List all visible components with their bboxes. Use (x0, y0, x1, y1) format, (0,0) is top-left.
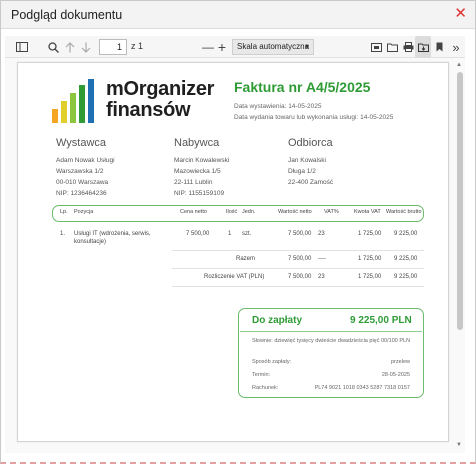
close-icon[interactable]: ✕ (454, 5, 467, 23)
pdf-page: mOrganizer finansów Faktura nr A4/5/2025… (17, 62, 449, 442)
due-date-value: 28-05-2025 (381, 372, 410, 378)
seller-block: Wystawca Adam Nowak Usługi Warszawska 1/… (56, 137, 176, 199)
vat-summary-net: 7 500,00 (288, 274, 312, 280)
vat-summary-label: Rozliczenie VAT (PLN) (204, 274, 265, 280)
pdf-toolbar: 1 z 1 — + Skala automatyczna ▾ » (5, 36, 465, 58)
document-viewer: ▲ ▼ mOrganizer finansów Faktura nr A4/5/… (5, 58, 465, 453)
seller-line: Adam Nowak Usługi (56, 157, 115, 164)
total-vat-rate: ---- (318, 256, 326, 262)
amount-due-value: 9 225,00 PLN (350, 315, 412, 326)
buyer-line: Mazowiecka 1/5 (174, 168, 221, 175)
col-header-unit: Jedn. (242, 209, 256, 215)
page-number-input[interactable]: 1 (99, 39, 127, 55)
divider (172, 250, 424, 251)
vat-summary-gross: 9 225,00 (394, 274, 418, 280)
col-header-gross-value: Wartość brutto (386, 209, 422, 215)
col-header-lp: Lp. (60, 209, 68, 215)
bookmark-icon[interactable] (433, 36, 445, 58)
seller-line: Warszawska 1/2 (56, 168, 104, 175)
sidebar-toggle-icon[interactable] (13, 36, 31, 58)
total-vat: 1 725,00 (358, 256, 382, 262)
delivery-date: Data wydania towaru lub wykonania usługi… (234, 114, 394, 121)
row-lp: 1. (60, 231, 66, 237)
download-icon[interactable] (415, 36, 431, 58)
next-page-icon[interactable] (79, 36, 93, 58)
divider (172, 268, 424, 269)
seller-heading: Wystawca (56, 137, 107, 149)
divider (172, 286, 424, 287)
seller-line: 00-010 Warszawa (56, 179, 109, 186)
vertical-scrollbar[interactable]: ▲ ▼ (456, 62, 464, 448)
amount-in-words: Słownie: dziewięć tysięcy dwieście dwadz… (252, 338, 411, 344)
row-gross-value: 9 225,00 (394, 231, 418, 237)
search-icon[interactable] (45, 36, 61, 58)
row-unit: szt. (242, 231, 252, 237)
recipient-line: Jan Kowalski (288, 157, 326, 164)
buyer-block: Nabywca Marcin Kowalewski Mazowiecka 1/5… (174, 137, 294, 199)
bank-account-label: Rachunek: (252, 385, 279, 391)
bank-account-value: PL74 9021 1018 0343 5287 7318 0157 (314, 385, 410, 391)
row-net-price: 7 500,00 (186, 231, 210, 237)
total-gross: 9 225,00 (394, 256, 418, 262)
col-header-position: Pozycja (74, 209, 94, 215)
buyer-heading: Nabywca (174, 137, 220, 149)
scroll-up-icon[interactable]: ▲ (456, 62, 462, 68)
scroll-thumb[interactable] (457, 72, 463, 330)
chevron-down-icon: ▾ (304, 42, 309, 51)
window-title: Podgląd dokumentu (11, 8, 123, 22)
col-header-net-price: Cena netto (180, 209, 207, 215)
buyer-line: 22-111 Lublin (174, 179, 213, 186)
invoice-title: Faktura nr A4/5/2025 (234, 79, 371, 95)
scroll-down-icon[interactable]: ▼ (456, 442, 462, 448)
row-vat-amount: 1 725,00 (358, 231, 382, 237)
company-logo: mOrganizer finansów (50, 75, 214, 123)
total-net: 7 500,00 (288, 256, 312, 262)
page-total: z 1 (131, 41, 144, 51)
row-name-line1: Usługi IT (wdrożenia, serwis, (74, 231, 151, 237)
col-header-vat-amount: Kwota VAT (354, 209, 381, 215)
recipient-line: 22-400 Zamość (288, 179, 334, 186)
zoom-in-button[interactable]: + (215, 36, 229, 58)
zoom-out-button[interactable]: — (201, 36, 215, 58)
previous-page-icon[interactable] (63, 36, 77, 58)
logo-text-line1: mOrganizer (106, 78, 215, 100)
total-label: Razem (236, 256, 256, 262)
col-header-qty: Ilość (226, 209, 238, 215)
payment-divider (240, 331, 422, 332)
row-net-value: 7 500,00 (288, 231, 312, 237)
row-name-line2: konsultacje) (74, 239, 107, 245)
amount-due-label: Do zapłaty (252, 315, 303, 326)
payment-method-value: przelew (391, 359, 410, 365)
vat-summary-vat: 1 725,00 (358, 274, 382, 280)
col-header-net-value: Wartość netto (278, 209, 312, 215)
presentation-mode-icon[interactable] (369, 36, 383, 58)
logo-text-line2: finansów (106, 99, 191, 121)
zoom-select-value: Skala automatyczna (237, 42, 310, 51)
issue-date: Data wystawienia: 14-05-2025 (234, 103, 322, 110)
col-header-vat-rate: VAT% (324, 209, 339, 215)
row-vat-rate: 23 (318, 231, 325, 237)
title-bar: Podgląd dokumentu ✕ (1, 1, 475, 29)
more-tools-icon[interactable]: » (449, 36, 463, 58)
due-date-label: Termin: (252, 372, 271, 378)
recipient-block: Odbiorca Jan Kowalski Długa 1/2 22-400 Z… (288, 137, 408, 188)
row-qty: 1 (228, 231, 232, 237)
payment-method-label: Sposób zapłaty: (252, 359, 292, 365)
vat-summary-rate: 23 (318, 274, 325, 280)
document-preview-window: Podgląd dokumentu ✕ 1 z 1 — + Skala auto… (0, 0, 476, 464)
buyer-line: NIP: 1155159109 (174, 190, 225, 197)
zoom-select[interactable]: Skala automatyczna ▾ (232, 39, 314, 55)
buyer-line: Marcin Kowalewski (174, 157, 230, 164)
logo-bars-icon (52, 79, 94, 123)
seller-line: NIP: 1236464236 (56, 190, 107, 197)
open-file-icon[interactable] (385, 36, 399, 58)
print-icon[interactable] (401, 36, 415, 58)
recipient-line: Długa 1/2 (288, 168, 316, 175)
recipient-heading: Odbiorca (288, 137, 333, 149)
